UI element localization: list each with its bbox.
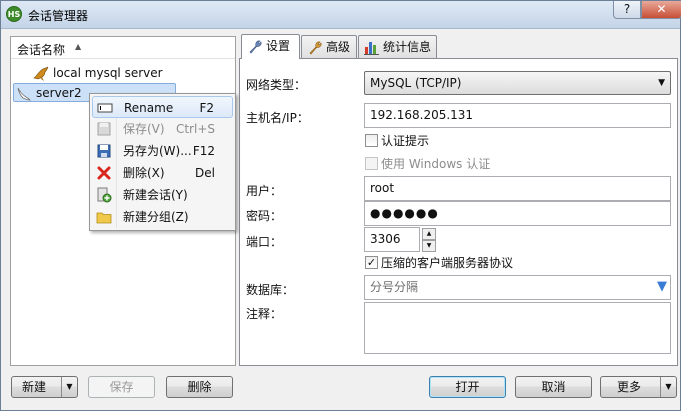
wrench-icon <box>247 38 263 54</box>
tree-column-header[interactable]: 会话名称 ▲ <box>11 37 235 59</box>
sort-ascending-icon: ▲ <box>75 42 82 51</box>
windows-auth-checkbox[interactable] <box>365 157 378 170</box>
folder-icon <box>96 209 112 225</box>
save-button[interactable]: 保存 <box>88 376 155 398</box>
port-increment-icon[interactable]: ▲ <box>422 228 436 240</box>
new-session-button[interactable]: 新建 ▼ <box>11 376 78 398</box>
session-item-local-mysql-server[interactable]: local mysql server <box>31 64 191 83</box>
help-button[interactable]: ? <box>613 1 641 19</box>
rename-icon <box>97 100 113 116</box>
port-decrement-icon[interactable]: ▼ <box>422 240 436 252</box>
menu-item-rename[interactable]: Rename F2 <box>92 96 233 118</box>
host-label: 主机名/IP： <box>246 111 309 125</box>
port-input[interactable]: 3306 <box>364 227 420 252</box>
comment-textarea[interactable] <box>364 302 671 354</box>
comment-label: 注释： <box>246 307 283 321</box>
session-item-label: server2 <box>36 86 82 100</box>
window-title: 会话管理器 <box>28 9 89 23</box>
compress-protocol-checkbox[interactable]: ✓ <box>365 256 378 269</box>
session-manager-window: HS 会话管理器 ? ✕ 会话名称 ▲ local mysql server s… <box>0 0 681 411</box>
new-session-icon <box>96 187 112 203</box>
close-button[interactable]: ✕ <box>641 1 681 19</box>
menu-item-label: 删除(X) <box>123 166 165 180</box>
user-input[interactable]: root <box>364 176 671 201</box>
open-button[interactable]: 打开 <box>429 376 506 398</box>
auth-prompt-label: 认证提示 <box>381 134 430 148</box>
auth-prompt-checkbox[interactable] <box>365 134 378 147</box>
context-menu: Rename F2 保存(V) Ctrl+S 另存为(W)... F12 删除(… <box>89 93 236 231</box>
menu-item-shortcut: Ctrl+S <box>175 122 215 136</box>
dolphin-icon <box>16 86 32 101</box>
menu-item-label: 新建分组(Z) <box>123 210 189 224</box>
menu-item-new-session[interactable]: 新建会话(Y) <box>92 184 233 206</box>
password-label: 密码： <box>246 209 283 223</box>
compress-protocol-label: 压缩的客户端服务器协议 <box>381 256 514 270</box>
host-input[interactable]: 192.168.205.131 <box>364 103 671 128</box>
bar-chart-icon <box>364 39 380 55</box>
heidisql-app-icon: HS <box>6 6 22 22</box>
menu-item-label: Rename <box>124 101 174 115</box>
tab-statistics[interactable]: 统计信息 <box>358 35 437 58</box>
network-type-select[interactable]: MySQL (TCP/IP) ▼ <box>364 71 671 95</box>
dolphin-icon <box>33 66 49 81</box>
database-input[interactable]: 分号分隔 ▼ <box>364 275 671 300</box>
menu-item-save-as[interactable]: 另存为(W)... F12 <box>92 140 233 162</box>
new-button-label: 新建 <box>22 380 47 394</box>
wrench-icon <box>307 39 323 55</box>
network-type-value: MySQL (TCP/IP) <box>370 76 462 90</box>
tab-advanced-label: 高级 <box>326 40 351 54</box>
tab-settings-label: 设置 <box>266 39 291 53</box>
more-dropdown-arrow-icon[interactable]: ▼ <box>660 377 676 397</box>
port-label: 端口： <box>246 235 283 249</box>
delete-icon <box>96 165 112 181</box>
windows-auth-label: 使用 Windows 认证 <box>381 157 491 171</box>
menu-item-label: 另存为(W)... <box>123 144 192 158</box>
tab-statistics-label: 统计信息 <box>383 40 432 54</box>
database-label: 数据库： <box>246 283 295 297</box>
session-item-label: local mysql server <box>53 66 163 80</box>
database-placeholder: 分号分隔 <box>370 280 419 294</box>
network-type-label: 网络类型： <box>246 78 307 92</box>
database-dropdown-icon[interactable]: ▼ <box>657 275 667 298</box>
menu-item-shortcut: Del <box>195 166 215 180</box>
new-dropdown-arrow-icon[interactable]: ▼ <box>61 377 77 397</box>
settings-panel: 网络类型： MySQL (TCP/IP) ▼ 主机名/IP： 192.168.2… <box>239 58 678 366</box>
save-icon <box>96 121 112 137</box>
menu-item-shortcut: F12 <box>192 144 215 158</box>
menu-item-shortcut: F2 <box>199 101 214 115</box>
password-input[interactable]: ●●●●●● <box>364 201 671 226</box>
more-button-label: 更多 <box>617 380 642 394</box>
title-bar[interactable]: HS 会话管理器 ? ✕ <box>1 1 681 29</box>
menu-item-save[interactable]: 保存(V) Ctrl+S <box>92 118 233 140</box>
user-label: 用户： <box>246 184 283 198</box>
menu-item-new-group[interactable]: 新建分组(Z) <box>92 206 233 228</box>
menu-item-label: 新建会话(Y) <box>123 188 188 202</box>
session-name-column-label: 会话名称 <box>17 43 66 57</box>
cancel-button[interactable]: 取消 <box>515 376 592 398</box>
delete-button[interactable]: 删除 <box>166 376 233 398</box>
tab-advanced[interactable]: 高级 <box>301 35 357 58</box>
more-button[interactable]: 更多 ▼ <box>600 376 677 398</box>
chevron-down-icon: ▼ <box>658 78 665 88</box>
menu-item-delete[interactable]: 删除(X) Del <box>92 162 233 184</box>
tab-settings[interactable]: 设置 <box>241 34 300 59</box>
menu-item-label: 保存(V) <box>123 122 165 136</box>
save-as-icon <box>96 143 112 159</box>
